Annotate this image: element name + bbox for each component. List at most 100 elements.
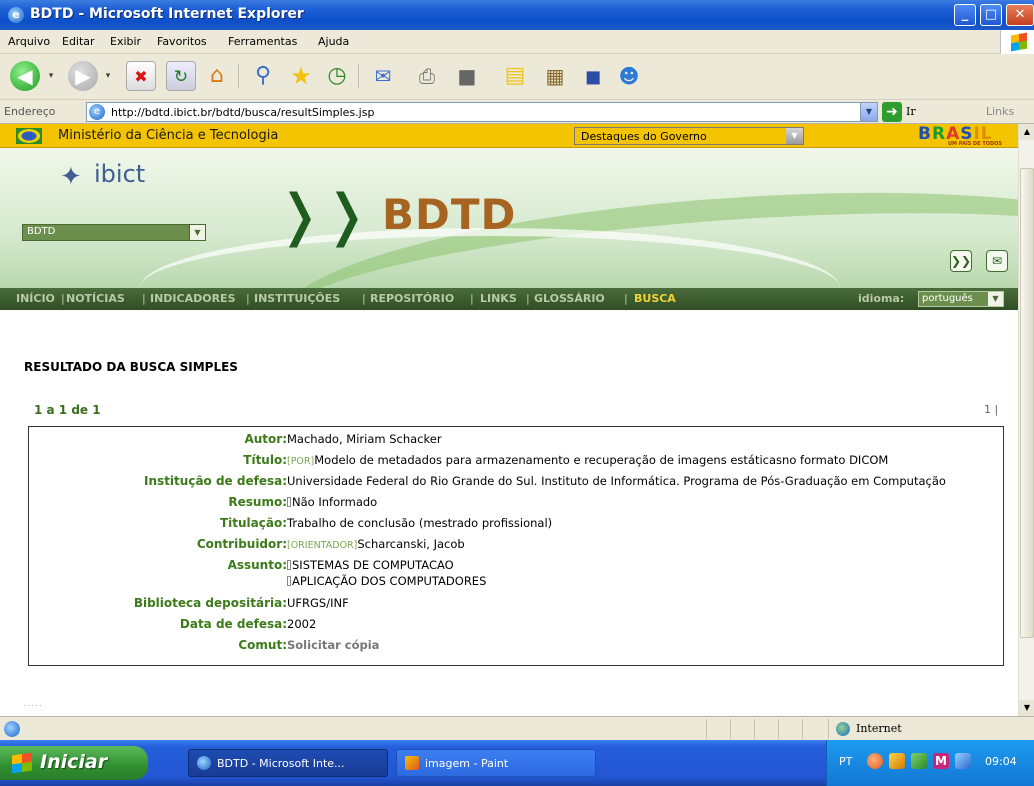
tray-m-icon[interactable]: M: [933, 753, 949, 769]
menu-ajuda[interactable]: Ajuda: [318, 35, 349, 48]
site-banner: ✦ ibict BDTD ▼ ❭❭ BDTD ❯❯ ✉: [0, 148, 1018, 288]
menu-favoritos[interactable]: Favoritos: [157, 35, 207, 48]
address-bar: Endereço e http://bdtd.ibict.br/bdtd/bus…: [0, 100, 1034, 124]
status-cell: [754, 719, 755, 739]
field-value[interactable]: Machado, Miriam Schacker: [287, 432, 442, 446]
field-label: Resumo:: [228, 495, 287, 509]
ministry-link[interactable]: Ministério da Ciência e Tecnologia: [58, 128, 278, 143]
bdtd-title: BDTD: [382, 190, 517, 239]
links-button[interactable]: Links: [986, 105, 1014, 118]
field-value: Não Informado: [287, 495, 377, 509]
print-icon[interactable]: ⎙: [412, 61, 442, 91]
field-titulacao: Titulação: Trabalho de conclusão (mestra…: [29, 515, 1005, 533]
role-tag: [ORIENTADOR]: [287, 540, 358, 551]
field-label: Institução de defesa:: [144, 474, 287, 488]
go-arrow-icon[interactable]: ➜: [882, 102, 902, 122]
menu-editar[interactable]: Editar: [62, 35, 95, 48]
stop-icon[interactable]: ✖: [126, 61, 156, 91]
address-input[interactable]: e http://bdtd.ibict.br/bdtd/busca/result…: [86, 102, 878, 122]
nav-links[interactable]: LINKS: [480, 292, 517, 305]
nav-indicadores[interactable]: INDICADORES: [150, 292, 236, 305]
search-icon[interactable]: ⚲: [248, 61, 278, 91]
nav-noticias[interactable]: NOTÍCIAS: [66, 292, 125, 305]
status-cell: [730, 719, 731, 739]
back-icon[interactable]: ◀: [10, 61, 40, 91]
language-select[interactable]: português ▼: [918, 291, 1004, 307]
request-copy-link[interactable]: Solicitar cópia: [287, 638, 379, 652]
site-select[interactable]: BDTD ▼: [22, 224, 206, 241]
people-icon[interactable]: ☻: [614, 61, 644, 91]
page-status-icon: [4, 721, 20, 737]
taskbar-item-label: imagem - Paint: [425, 757, 509, 770]
status-cell: [706, 719, 707, 739]
forward-dropdown-icon[interactable]: ▾: [102, 61, 114, 91]
forward-icon[interactable]: ▶: [68, 61, 98, 91]
title-link[interactable]: Modelo de metadados para armazenamento e…: [314, 453, 888, 467]
contributor-link[interactable]: Scharcanski, Jacob: [357, 537, 464, 551]
network-icon[interactable]: [955, 753, 971, 769]
paint-icon: [405, 756, 419, 770]
status-cell: [802, 719, 803, 739]
subject-link[interactable]: APLICAÇÃO DOS COMPUTADORES: [292, 574, 486, 588]
page-links[interactable]: 1 |: [984, 403, 998, 416]
edit-icon[interactable]: ■: [452, 61, 482, 91]
clock[interactable]: 09:04: [985, 755, 1017, 768]
nav-repositorio[interactable]: REPOSITÓRIO: [370, 292, 454, 305]
back-dropdown-icon[interactable]: ▾: [45, 61, 57, 91]
research-icon[interactable]: ▦: [540, 61, 570, 91]
nav-separator: |: [246, 292, 250, 305]
start-button[interactable]: Iniciar: [0, 746, 148, 780]
menu-arquivo[interactable]: Arquivo: [8, 35, 50, 48]
menu-ferramentas[interactable]: Ferramentas: [228, 35, 297, 48]
taskbar-item-paint[interactable]: imagem - Paint: [396, 749, 596, 777]
result-record: Autor: Machado, Miriam Schacker Título: …: [28, 426, 1004, 666]
address-url[interactable]: http://bdtd.ibict.br/bdtd/busca/resultSi…: [111, 106, 374, 119]
scroll-down-icon[interactable]: ▼: [1019, 700, 1034, 716]
field-resumo: Resumo: Não Informado: [29, 494, 1005, 512]
bdtd-help-icon[interactable]: ❯❯: [950, 250, 972, 272]
tray-app-icon[interactable]: [889, 753, 905, 769]
home-icon[interactable]: ⌂: [202, 61, 232, 91]
chevron-down-icon[interactable]: ▼: [189, 225, 205, 240]
mail-icon[interactable]: ✉: [368, 61, 398, 91]
maximize-button[interactable]: □: [980, 4, 1002, 26]
subject-link[interactable]: SISTEMAS DE COMPUTACAO: [292, 558, 454, 572]
chevron-down-icon[interactable]: ▼: [988, 292, 1003, 306]
close-button[interactable]: ✕: [1006, 4, 1034, 26]
field-biblioteca: Biblioteca depositária: UFRGS/INF: [29, 595, 1005, 613]
highlights-select[interactable]: Destaques do Governo ▼: [574, 127, 804, 145]
nav-glossario[interactable]: GLOSSÁRIO: [534, 292, 605, 305]
scrollbar-thumb[interactable]: [1020, 168, 1034, 638]
tray-app-icon[interactable]: [867, 753, 883, 769]
address-dropdown-icon[interactable]: ▼: [860, 103, 877, 121]
taskbar-item-ie[interactable]: BDTD - Microsoft Inte...: [188, 749, 388, 777]
nav-busca[interactable]: BUSCA: [634, 292, 676, 305]
ibict-logo-text: ibict: [94, 160, 146, 188]
tray-app-icon[interactable]: [911, 753, 927, 769]
brasil-logo[interactable]: BRASIL UM PAÍS DE TODOS: [918, 124, 1018, 148]
minimize-button[interactable]: _: [954, 4, 976, 26]
history-icon[interactable]: ◷: [322, 61, 352, 91]
notes-icon[interactable]: ▤: [500, 61, 530, 91]
field-value: SISTEMAS DE COMPUTACAO: [287, 558, 454, 572]
menubar: Arquivo Editar Exibir Favoritos Ferramen…: [0, 30, 1034, 54]
chevron-down-icon[interactable]: ▼: [786, 128, 803, 144]
window-titlebar[interactable]: e BDTD - Microsoft Internet Explorer _ □…: [0, 0, 1034, 30]
toolbar-separator: [358, 64, 359, 88]
ibict-logo[interactable]: ✦ ibict: [60, 158, 180, 198]
nav-instituicoes[interactable]: INSTITUIÇÕES: [254, 292, 340, 305]
scroll-up-icon[interactable]: ▲: [1019, 124, 1034, 140]
vertical-scrollbar[interactable]: ▲ ▼: [1018, 124, 1034, 716]
refresh-icon[interactable]: ↻: [166, 61, 196, 91]
nav-separator: |: [362, 292, 366, 305]
language-indicator[interactable]: PT: [839, 755, 852, 768]
nav-inicio[interactable]: INÍCIO: [16, 292, 55, 305]
go-button[interactable]: Ir: [906, 105, 916, 118]
nav-separator: |: [624, 292, 628, 305]
mail-icon[interactable]: ✉: [986, 250, 1008, 272]
favorites-icon[interactable]: ★: [286, 61, 316, 91]
page-title: RESULTADO DA BUSCA SIMPLES: [24, 360, 238, 374]
messenger-icon[interactable]: ◼: [578, 61, 608, 91]
window-title: BDTD - Microsoft Internet Explorer: [30, 6, 304, 22]
menu-exibir[interactable]: Exibir: [110, 35, 141, 48]
